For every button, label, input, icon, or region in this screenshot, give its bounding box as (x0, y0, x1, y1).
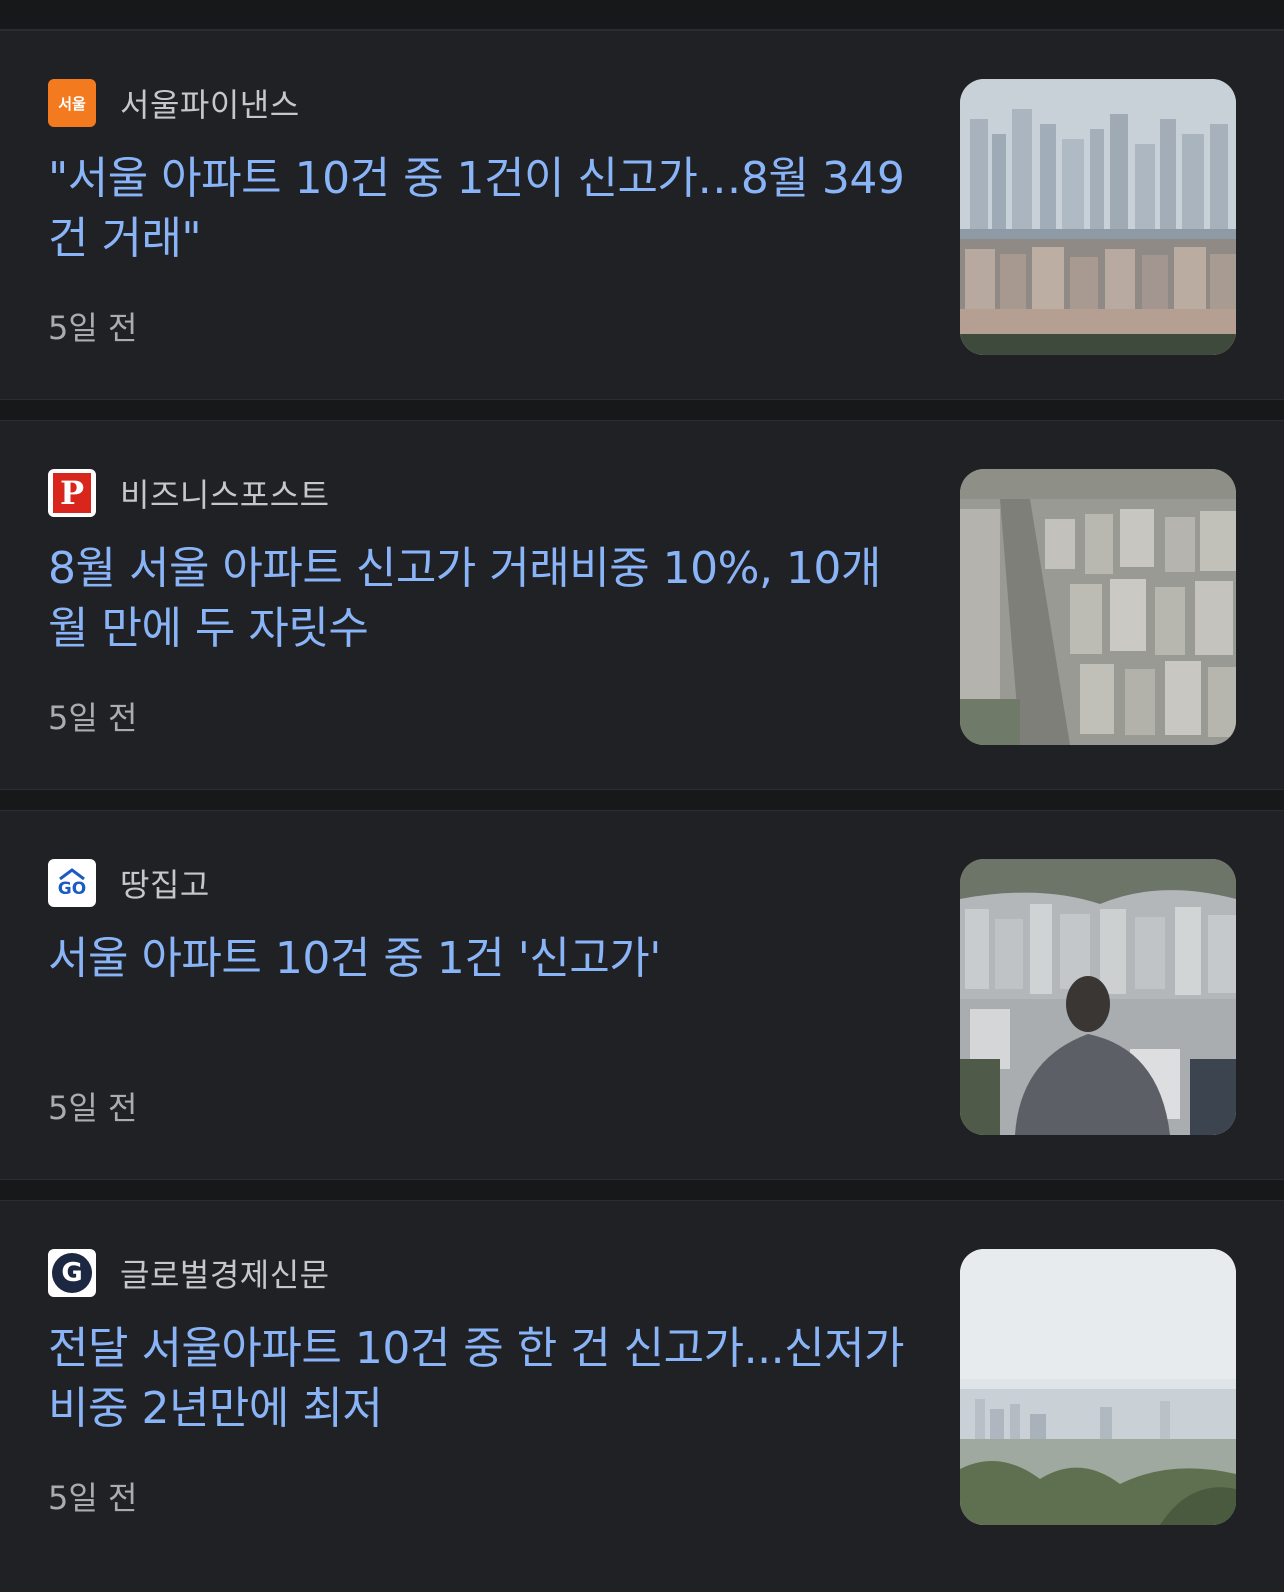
logo-text: G (61, 1258, 83, 1288)
globaleconomic-logo-icon: G (48, 1249, 96, 1297)
logo-text: GO (57, 879, 87, 899)
article-time: 5일 전 (48, 309, 138, 347)
article-thumbnail[interactable] (960, 859, 1236, 1135)
article-headline[interactable]: 전달 서울아파트 10건 중 한 건 신고가...신저가 비중 2년만에 최저 (48, 1319, 908, 1439)
article-time: 5일 전 (48, 699, 138, 737)
source-row: GO 땅집고 (48, 859, 210, 907)
article-headline[interactable]: "서울 아파트 10건 중 1건이 신고가…8월 349건 거래" (48, 149, 908, 269)
news-card[interactable]: 서울 서울파이낸스 "서울 아파트 10건 중 1건이 신고가…8월 349건 … (0, 30, 1284, 400)
source-name[interactable]: 글로벌경제신문 (120, 1250, 330, 1296)
source-row: P 비즈니스포스트 (48, 469, 330, 517)
news-card[interactable]: P 비즈니스포스트 8월 서울 아파트 신고가 거래비중 10%, 10개월 만… (0, 420, 1284, 790)
news-card[interactable]: GO 땅집고 서울 아파트 10건 중 1건 '신고가' 5일 전 (0, 810, 1284, 1180)
source-name[interactable]: 서울파이낸스 (120, 80, 300, 126)
article-time: 5일 전 (48, 1089, 138, 1127)
businesspost-logo-icon: P (48, 469, 96, 517)
logo-text: 서울 (58, 94, 86, 113)
news-card[interactable]: G 글로벌경제신문 전달 서울아파트 10건 중 한 건 신고가...신저가 비… (0, 1200, 1284, 1592)
article-thumbnail[interactable] (960, 469, 1236, 745)
article-thumbnail[interactable] (960, 79, 1236, 355)
article-headline[interactable]: 8월 서울 아파트 신고가 거래비중 10%, 10개월 만에 두 자릿수 (48, 539, 908, 659)
source-name[interactable]: 비즈니스포스트 (120, 470, 330, 516)
source-row: 서울 서울파이낸스 (48, 79, 300, 127)
ddangzipgo-logo-icon: GO (48, 859, 96, 907)
article-headline[interactable]: 서울 아파트 10건 중 1건 '신고가' (48, 929, 908, 989)
source-name[interactable]: 땅집고 (120, 860, 210, 906)
article-thumbnail[interactable] (960, 1249, 1236, 1525)
article-time: 5일 전 (48, 1479, 138, 1517)
source-row: G 글로벌경제신문 (48, 1249, 330, 1297)
top-divider (0, 0, 1284, 30)
logo-text: P (59, 474, 85, 512)
seoulfinance-logo-icon: 서울 (48, 79, 96, 127)
